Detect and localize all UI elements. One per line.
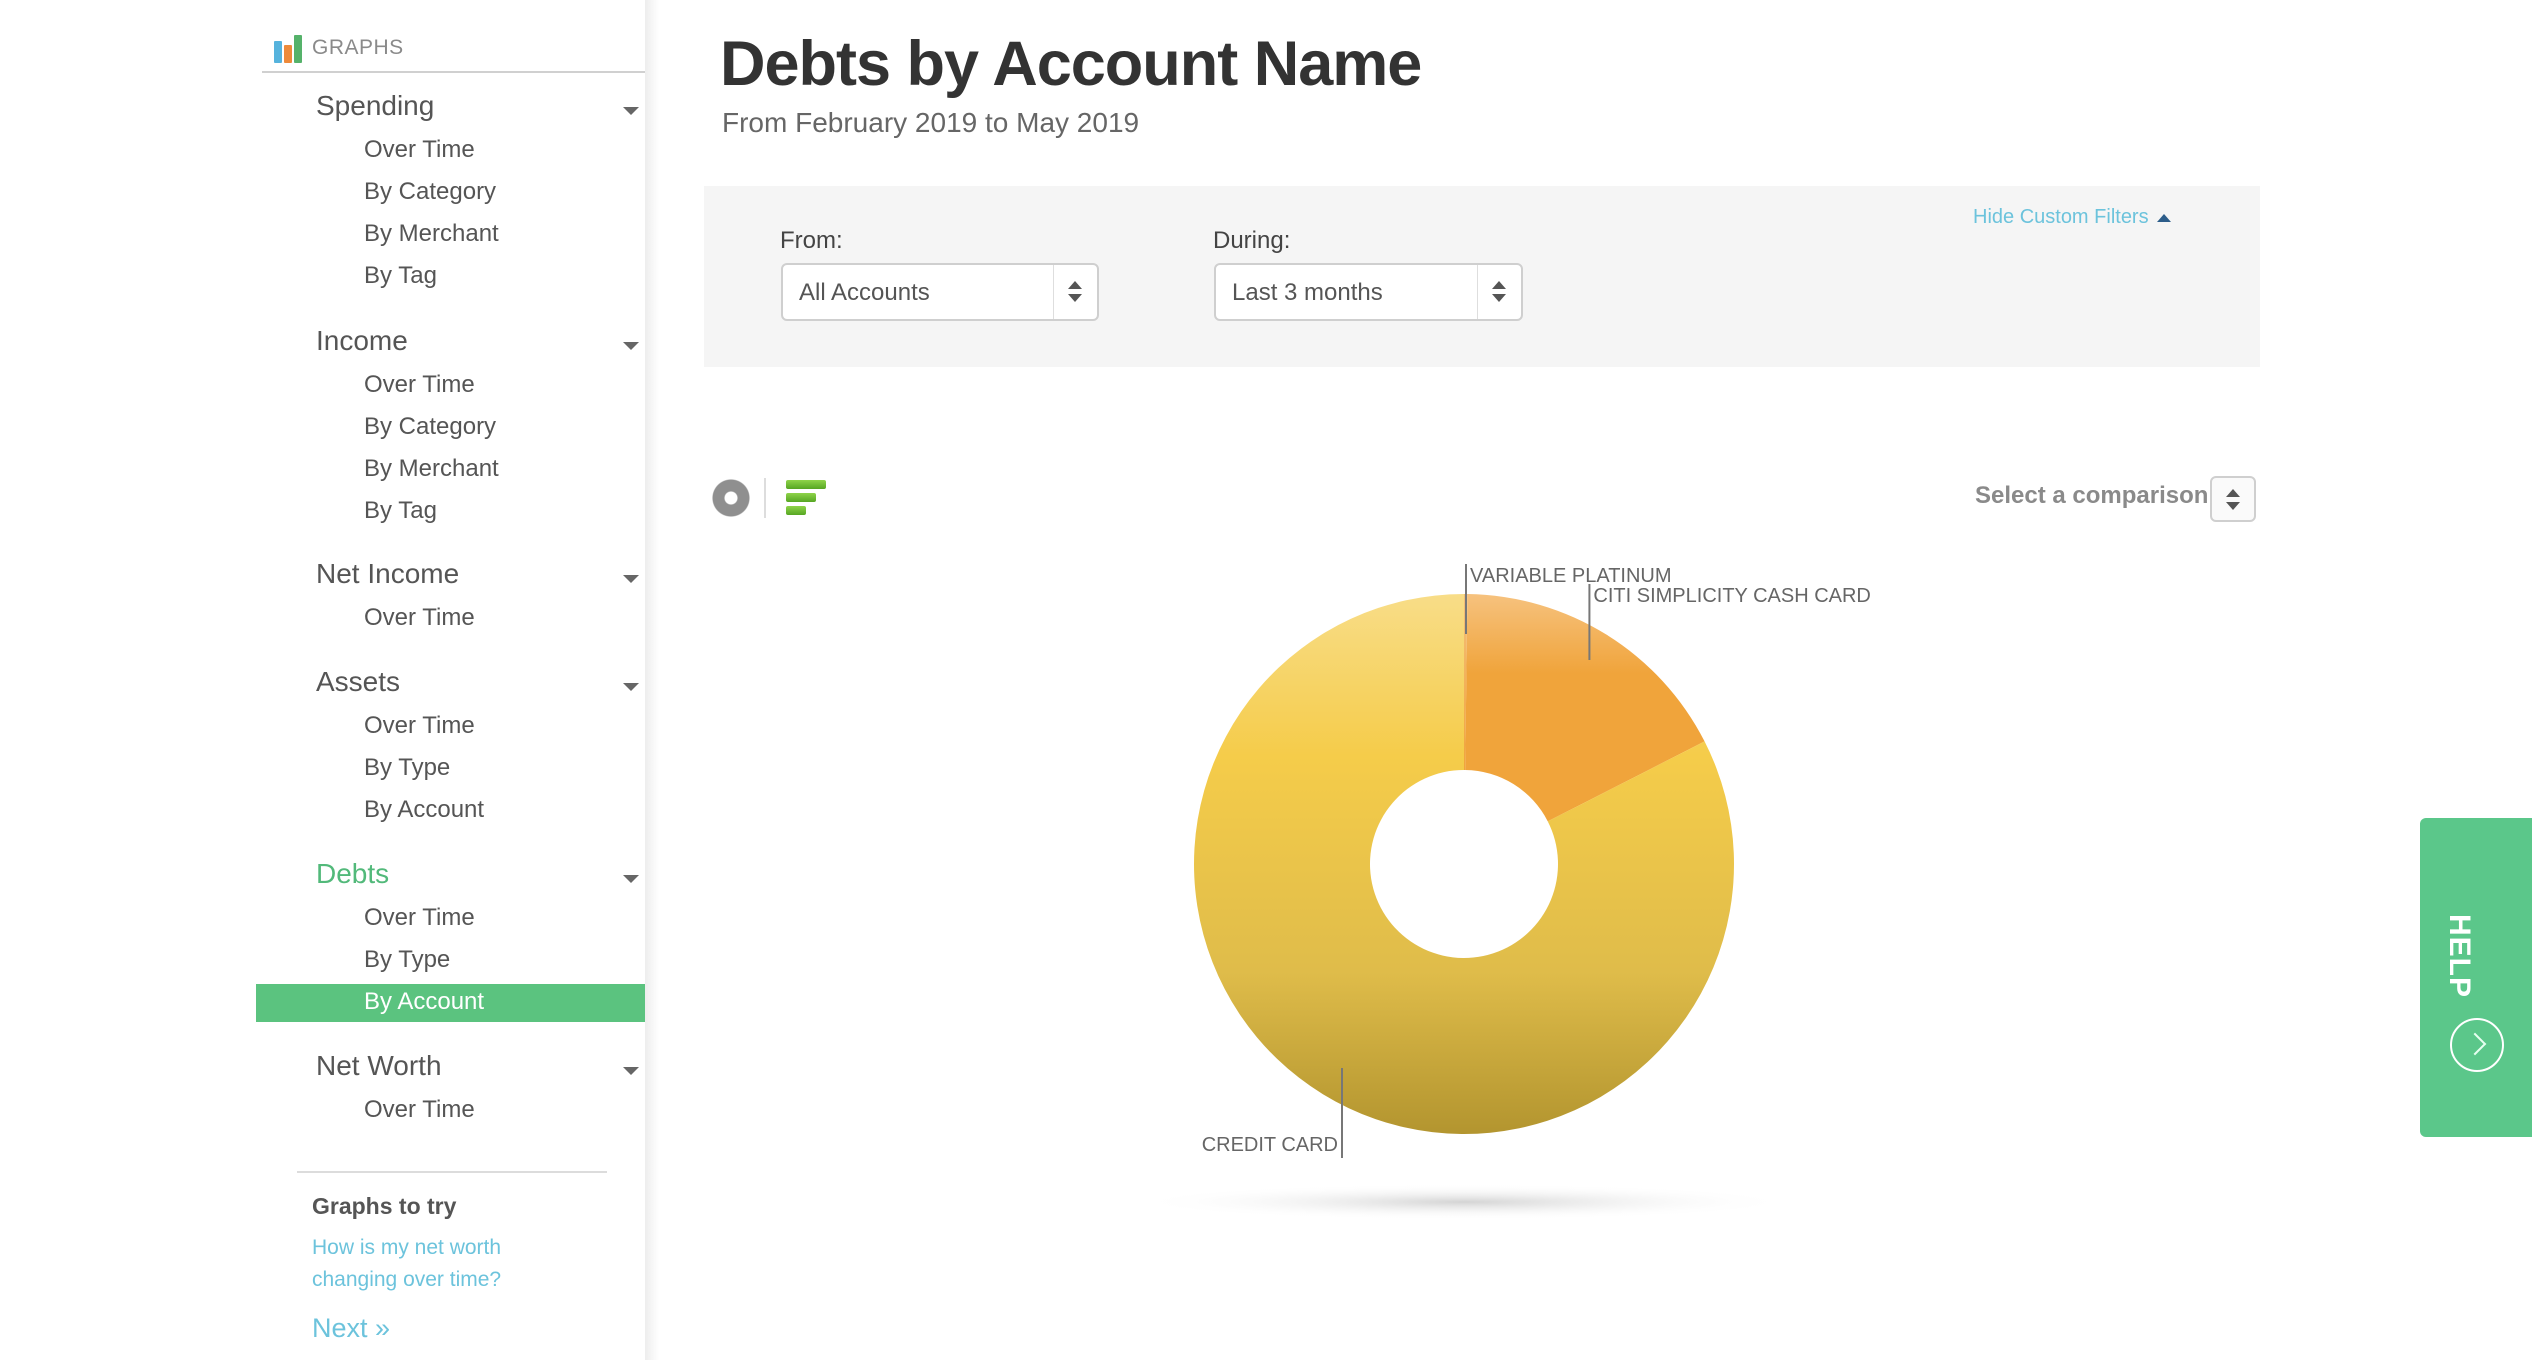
nav-item[interactable]: By Type — [256, 750, 645, 788]
select-arrows-icon — [1477, 265, 1521, 319]
nav-item-label: Over Time — [364, 712, 475, 739]
chevron-right-icon — [2463, 1032, 2487, 1056]
nav-item-label: By Account — [364, 988, 485, 1015]
nav-item[interactable]: By Account — [256, 984, 645, 1022]
graphs-to-try-link[interactable]: How is my net worth changing over time? — [312, 1232, 552, 1296]
nav-item-label: By Merchant — [364, 455, 499, 482]
caret-up-icon — [2156, 213, 2171, 222]
nav-heading[interactable]: Debts — [316, 858, 389, 890]
from-select[interactable]: All Accounts — [781, 263, 1099, 321]
pie-label: CITI SIMPLICITY CASH CARD — [1593, 585, 1870, 607]
nav-item[interactable]: By Tag — [256, 493, 645, 531]
nav-heading[interactable]: Assets — [316, 666, 400, 698]
nav-item-label: By Tag — [364, 497, 437, 524]
select-arrows-icon — [1053, 265, 1097, 319]
nav-item[interactable]: By Category — [256, 174, 645, 212]
from-select-value: All Accounts — [799, 279, 930, 306]
nav-item[interactable]: Over Time — [256, 708, 645, 746]
during-label: During: — [1213, 227, 1291, 254]
nav-item-label: By Merchant — [364, 220, 499, 247]
caret-down-icon[interactable] — [623, 575, 639, 583]
nav-item[interactable]: By Merchant — [256, 216, 645, 254]
bar-chart-icon — [274, 33, 304, 63]
help-label: HELP — [2443, 914, 2476, 999]
nav-item[interactable]: By Type — [256, 942, 645, 980]
hide-custom-filters-label: Hide Custom Filters — [1973, 206, 2149, 228]
nav-item-label: Over Time — [364, 136, 475, 163]
nav-item-label: Over Time — [364, 1096, 475, 1123]
comparison-select[interactable] — [2210, 476, 2256, 522]
caret-down-icon[interactable] — [623, 875, 639, 883]
arrow-up-icon — [2226, 489, 2240, 497]
pie-label: VARIABLE PLATINUM — [1470, 565, 1672, 587]
nav-item-label: By Tag — [364, 262, 437, 289]
caret-down-icon[interactable] — [623, 683, 639, 691]
page-subtitle: From February 2019 to May 2019 — [722, 107, 1140, 138]
nav-heading[interactable]: Net Worth — [316, 1050, 442, 1082]
nav-item-label: By Type — [364, 754, 451, 781]
graphs-label: GRAPHS — [312, 36, 404, 59]
page-title: Debts by Account Name — [720, 29, 1422, 99]
sidebar: GRAPHS Spending Over Time By Category By Me… — [256, 0, 645, 1360]
graphs-to-try-title: Graphs to try — [312, 1193, 457, 1219]
nav-item-label: By Category — [364, 178, 497, 205]
nav-item[interactable]: Over Time — [256, 1092, 645, 1130]
nav-item-label: By Type — [364, 946, 451, 973]
nav-heading[interactable]: Income — [316, 325, 408, 357]
custom-filters-panel: From: All Accounts During: Last 3 months… — [704, 186, 2260, 367]
during-select-value: Last 3 months — [1232, 279, 1383, 306]
graphs-header: GRAPHS — [274, 32, 404, 64]
nav-item-label: Over Time — [364, 604, 475, 631]
nav-item-label: Over Time — [364, 904, 475, 931]
nav-item[interactable]: By Category — [256, 409, 645, 447]
caret-down-icon[interactable] — [623, 342, 639, 350]
hide-custom-filters-link[interactable]: Hide Custom Filters — [1973, 206, 2171, 229]
next-link[interactable]: Next » — [312, 1313, 390, 1344]
chart-shadow — [1134, 1184, 1794, 1220]
help-tab[interactable]: HELP — [2420, 818, 2532, 1137]
nav-heading[interactable]: Spending — [316, 90, 434, 122]
nav-item[interactable]: By Tag — [256, 258, 645, 296]
during-select[interactable]: Last 3 months — [1214, 263, 1523, 321]
sidebar-shadow — [645, 0, 659, 1360]
help-open-button[interactable] — [2450, 1018, 2504, 1072]
arrow-down-icon — [2226, 502, 2240, 510]
donut-chart: VARIABLE PLATINUMCITI SIMPLICITY CASH CA… — [1134, 564, 1871, 1220]
nav-item-label: By Category — [364, 413, 497, 440]
nav-item[interactable]: Over Time — [256, 900, 645, 938]
nav-item[interactable]: Over Time — [256, 132, 645, 170]
comparison-label: Select a comparison — [1975, 482, 2209, 509]
nav-item[interactable]: Over Time — [256, 600, 645, 638]
nav-item[interactable]: By Account — [256, 792, 645, 830]
bar-list-icon[interactable] — [786, 480, 826, 516]
nav-item[interactable]: Over Time — [256, 367, 645, 405]
caret-down-icon[interactable] — [623, 107, 639, 115]
nav-heading[interactable]: Net Income — [316, 558, 459, 590]
from-label: From: — [780, 227, 843, 254]
caret-down-icon[interactable] — [623, 1067, 639, 1075]
divider — [262, 71, 645, 73]
donut-chart-icon[interactable] — [711, 478, 751, 518]
nav-item-label: By Account — [364, 796, 485, 823]
pie-label: CREDIT CARD — [1202, 1134, 1338, 1156]
nav-item[interactable]: By Merchant — [256, 451, 645, 489]
divider — [764, 478, 766, 518]
divider — [297, 1171, 607, 1173]
nav-item-label: Over Time — [364, 371, 475, 398]
